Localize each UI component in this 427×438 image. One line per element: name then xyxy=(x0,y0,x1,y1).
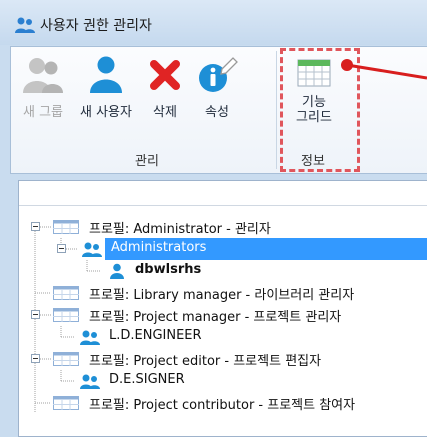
row-label: 프로필: Project contributor - 프로젝트 참여자 xyxy=(89,398,356,413)
new-group-icon xyxy=(23,58,63,93)
new-user-label: 새 사용자 xyxy=(80,105,132,120)
collapse-toggle[interactable] xyxy=(31,222,40,231)
title-bar: 사용자 권한 관리자 xyxy=(0,0,427,45)
collapse-toggle[interactable] xyxy=(57,244,66,253)
profile-grid-icon xyxy=(53,286,79,300)
row-label: 프로필: Library manager - 라이브러리 관리자 xyxy=(89,288,355,303)
tree-row-group[interactable]: L.D.ENGINEER xyxy=(19,326,427,348)
profile-grid-icon xyxy=(53,308,79,322)
row-label: Administrators xyxy=(111,240,207,255)
row-label: 프로필: Project manager - 프로젝트 관리자 xyxy=(89,310,342,325)
tree-row-profile[interactable]: 프로필: Project contributor - 프로젝트 참여자 xyxy=(19,392,427,414)
info-pencil-icon xyxy=(199,57,238,92)
app-window: 사용자 권한 관리자 새 그룹 새 사용자 삭제 속성 관리 기능 그리드 정보… xyxy=(0,0,427,437)
tree-row-profile[interactable]: 프로필: Library manager - 라이브러리 관리자 xyxy=(19,282,427,304)
users-icon xyxy=(80,330,100,345)
users-icon xyxy=(82,242,102,257)
user-icon xyxy=(90,56,122,93)
row-label: D.E.SIGNER xyxy=(109,372,185,387)
tree-row-profile[interactable]: 프로필: Project editor - 프로젝트 편집자 xyxy=(19,348,427,370)
collapse-toggle[interactable] xyxy=(31,354,40,363)
user-icon xyxy=(110,263,124,279)
profile-tree: 프로필: Administrator - 관리자 Administrators … xyxy=(18,180,427,437)
users-icon xyxy=(80,374,100,389)
properties-label: 속성 xyxy=(205,105,229,120)
tree-row-profile[interactable]: 프로필: Project manager - 프로젝트 관리자 xyxy=(19,304,427,326)
delete-icon xyxy=(150,60,180,90)
tree-row-group[interactable]: Administrators xyxy=(19,238,427,260)
collapse-toggle[interactable] xyxy=(31,310,40,319)
ribbon-separator xyxy=(276,51,277,169)
row-label: dbwlsrhs xyxy=(135,262,202,277)
profile-grid-icon xyxy=(53,352,79,366)
window-title: 사용자 권한 관리자 xyxy=(40,18,152,34)
users-icon xyxy=(15,17,35,33)
tree-row-group[interactable]: D.E.SIGNER xyxy=(19,370,427,392)
new-user-button[interactable]: 새 사용자 xyxy=(71,55,141,120)
tree-row-user[interactable]: dbwlsrhs xyxy=(19,260,427,282)
tree-row-profile[interactable]: 프로필: Administrator - 관리자 xyxy=(19,216,427,238)
profile-grid-icon xyxy=(53,220,79,234)
row-label: 프로필: Administrator - 관리자 xyxy=(89,222,271,237)
group-label-manage: 관리 xyxy=(135,154,159,169)
profile-grid-icon xyxy=(53,396,79,410)
ribbon: 새 그룹 새 사용자 삭제 속성 관리 기능 그리드 정보 xyxy=(10,46,427,174)
new-group-button[interactable]: 새 그룹 xyxy=(17,55,69,120)
highlight-box xyxy=(280,48,360,172)
row-label: L.D.ENGINEER xyxy=(109,328,202,343)
properties-button[interactable]: 속성 xyxy=(193,55,241,120)
row-label: 프로필: Project editor - 프로젝트 편집자 xyxy=(89,354,322,369)
delete-label: 삭제 xyxy=(153,105,177,120)
delete-button[interactable]: 삭제 xyxy=(143,55,187,120)
new-group-label: 새 그룹 xyxy=(22,105,63,120)
